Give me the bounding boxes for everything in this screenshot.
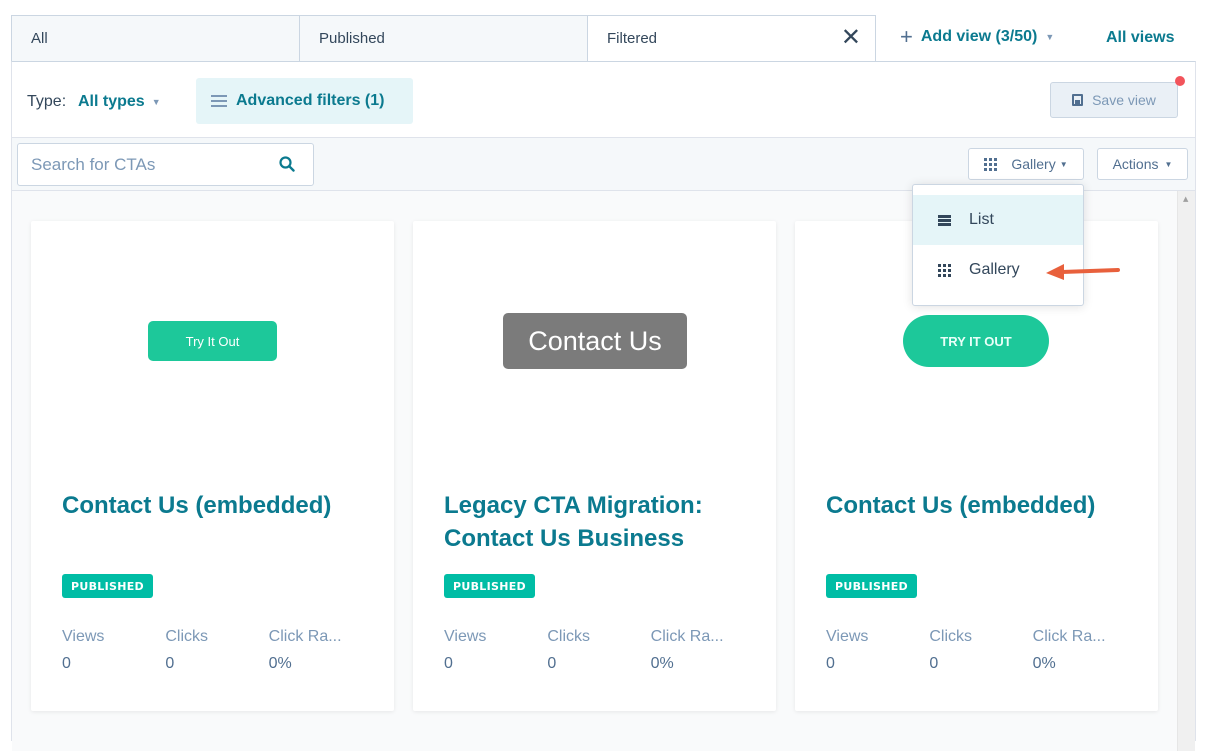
cta-preview-button: TRY IT OUT: [903, 315, 1049, 367]
menu-item-list[interactable]: List: [913, 195, 1083, 245]
stat-views: Views 0: [444, 628, 547, 673]
advanced-filters-label: Advanced filters (1): [236, 92, 385, 109]
stat-value: 0%: [1032, 655, 1056, 672]
main-panel: Type: All types ▼ Advanced filters (1) S…: [11, 61, 1196, 751]
advanced-filters-button[interactable]: Advanced filters (1): [196, 78, 413, 124]
tab-published[interactable]: Published: [300, 15, 588, 62]
stat-clicks: Clicks 0: [165, 628, 268, 673]
cta-preview-button: Contact Us: [503, 313, 687, 369]
view-mode-text: Gallery ▼: [1011, 156, 1067, 172]
cta-preview-button: Try It Out: [148, 321, 277, 361]
caret-down-icon: ▼: [151, 97, 161, 107]
tab-label: Filtered: [607, 30, 658, 47]
stat-value: 0: [444, 655, 453, 672]
menu-item-label: Gallery: [969, 261, 1020, 278]
stat-views: Views 0: [826, 628, 929, 673]
caret-down-icon: ▼: [1164, 159, 1173, 169]
stat-label: Views: [62, 628, 105, 645]
menu-item-label: List: [969, 211, 994, 228]
cta-card[interactable]: Try It Out Contact Us (embedded) PUBLISH…: [31, 221, 394, 711]
cta-card[interactable]: Contact Us Legacy CTA Migration: Contact…: [413, 221, 776, 711]
view-mode-label: Gallery: [1011, 156, 1056, 172]
save-view-button[interactable]: Save view: [1050, 82, 1178, 118]
type-filter-label: Type:: [27, 93, 67, 110]
type-filter-dropdown[interactable]: All types ▼: [78, 93, 161, 111]
stat-value: 0: [165, 655, 175, 672]
caret-down-icon: ▼: [1045, 32, 1055, 42]
view-tabs: All Published Filtered ✕: [11, 15, 876, 62]
search-icon[interactable]: [279, 156, 295, 172]
actions-dropdown[interactable]: Actions ▼: [1097, 148, 1188, 180]
grid-icon: [984, 157, 998, 171]
stat-click-rate: Click Ra... 0%: [1033, 628, 1136, 673]
notification-dot: [1175, 76, 1185, 86]
stat-value: 0: [547, 655, 557, 672]
stat-value: 0: [62, 655, 71, 672]
view-mode-menu: List Gallery: [912, 184, 1084, 306]
cta-preview: Contact Us: [413, 221, 776, 481]
stat-label: Clicks: [929, 628, 972, 645]
stat-click-rate: Click Ra... 0%: [651, 628, 754, 673]
add-view-label: Add view (3/50): [920, 28, 1038, 45]
tab-filtered[interactable]: Filtered ✕: [588, 15, 876, 62]
tab-label: All: [31, 30, 48, 47]
sliders-icon: [211, 94, 227, 108]
cta-stats: Views 0 Clicks 0 Click Ra... 0%: [62, 628, 372, 673]
cta-title[interactable]: Contact Us (embedded): [62, 489, 372, 522]
cta-stats: Views 0 Clicks 0 Click Ra... 0%: [826, 628, 1136, 673]
tab-all[interactable]: All: [11, 15, 300, 62]
stat-clicks: Clicks 0: [547, 628, 650, 673]
cta-preview: Try It Out: [31, 221, 394, 481]
plus-icon: +: [900, 24, 913, 49]
actions-label: Actions: [1112, 156, 1159, 172]
stat-label: Clicks: [165, 628, 208, 645]
stat-click-rate: Click Ra... 0%: [269, 628, 372, 673]
stat-label: Clicks: [547, 628, 590, 645]
save-icon: [1072, 94, 1084, 106]
search-box: [17, 143, 314, 186]
tab-label: Published: [319, 30, 385, 47]
all-views-link[interactable]: All views: [1106, 29, 1174, 47]
add-view-button[interactable]: + Add view (3/50) ▼: [900, 24, 1055, 49]
stat-value: 0: [826, 655, 835, 672]
stat-label: Views: [826, 628, 869, 645]
status-badge: PUBLISHED: [62, 574, 153, 598]
stat-value: 0%: [650, 655, 674, 672]
stat-label: Views: [444, 628, 487, 645]
status-badge: PUBLISHED: [826, 574, 917, 598]
view-mode-dropdown[interactable]: Gallery ▼: [968, 148, 1084, 180]
type-filter-value: All types: [78, 93, 145, 110]
close-icon[interactable]: ✕: [841, 26, 861, 50]
status-badge: PUBLISHED: [444, 574, 535, 598]
stat-label: Click Ra...: [650, 628, 724, 645]
filter-bar: Type: All types ▼ Advanced filters (1) S…: [12, 62, 1195, 138]
search-input[interactable]: [31, 155, 261, 175]
stat-value: 0: [929, 655, 939, 672]
stat-label: Click Ra...: [1032, 628, 1106, 645]
stat-views: Views 0: [62, 628, 165, 673]
cta-stats: Views 0 Clicks 0 Click Ra... 0%: [444, 628, 754, 673]
list-icon: [938, 214, 951, 226]
cta-title[interactable]: Contact Us (embedded): [826, 489, 1136, 522]
annotation-arrow-icon: [1046, 264, 1120, 280]
scroll-up-arrow-icon[interactable]: ▲: [1183, 195, 1188, 203]
caret-down-icon: ▼: [1059, 159, 1068, 169]
cta-title[interactable]: Legacy CTA Migration: Contact Us Busines…: [444, 489, 754, 555]
stat-label: Click Ra...: [268, 628, 342, 645]
grid-icon: [938, 263, 951, 277]
vertical-scrollbar[interactable]: ▲: [1177, 191, 1195, 751]
stat-clicks: Clicks 0: [929, 628, 1032, 673]
save-view-label: Save view: [1092, 92, 1156, 108]
stat-value: 0%: [268, 655, 292, 672]
